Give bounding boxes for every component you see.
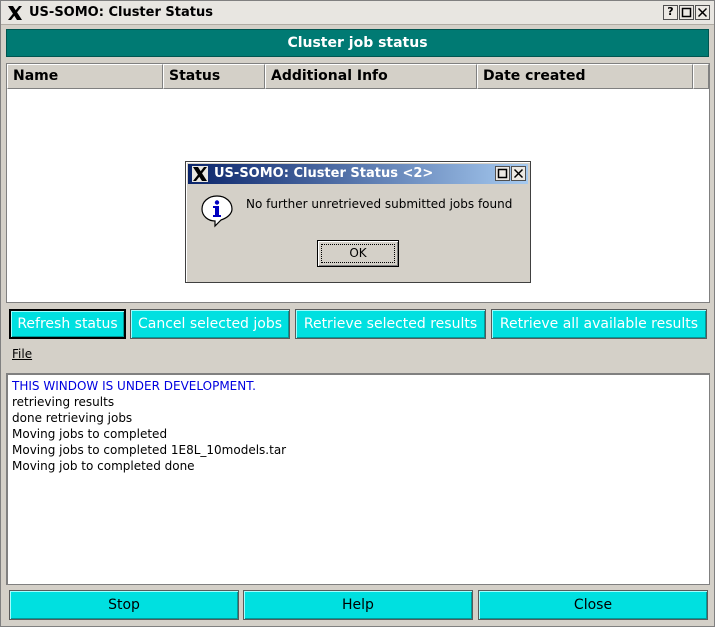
cluster-job-status-banner: Cluster job status bbox=[6, 29, 709, 57]
titlebar-buttons: ? bbox=[663, 5, 710, 20]
x-window-icon bbox=[8, 6, 22, 20]
retrieve-selected-results-button[interactable]: Retrieve selected results bbox=[295, 309, 486, 339]
dialog-title: US-SOMO: Cluster Status <2> bbox=[214, 166, 434, 181]
window-title: US-SOMO: Cluster Status bbox=[29, 5, 213, 20]
maximize-icon[interactable] bbox=[679, 5, 694, 20]
column-header-name[interactable]: Name bbox=[7, 64, 163, 89]
close-icon[interactable] bbox=[695, 5, 710, 20]
info-dialog: US-SOMO: Cluster Status <2> No further u… bbox=[185, 161, 531, 283]
bottom-buttons: Stop Help Close bbox=[9, 590, 709, 620]
cancel-selected-jobs-button[interactable]: Cancel selected jobs bbox=[130, 309, 290, 339]
column-header-status[interactable]: Status bbox=[163, 64, 265, 89]
log-line: done retrieving jobs bbox=[12, 411, 133, 425]
dialog-titlebar-buttons bbox=[495, 166, 526, 181]
stop-button[interactable]: Stop bbox=[9, 590, 239, 620]
refresh-status-button[interactable]: Refresh status bbox=[9, 309, 126, 339]
information-icon bbox=[201, 195, 233, 228]
menu-file[interactable]: File bbox=[12, 347, 32, 361]
titlebar[interactable]: US-SOMO: Cluster Status ? bbox=[1, 1, 714, 25]
menu-file-label: File bbox=[12, 347, 33, 361]
log-line: Moving job to completed done bbox=[12, 459, 195, 473]
maximize-icon[interactable] bbox=[495, 166, 510, 181]
menubar: File bbox=[6, 344, 710, 366]
help-button[interactable]: Help bbox=[243, 590, 473, 620]
log-line: Moving jobs to completed bbox=[12, 427, 168, 441]
column-header-date-created[interactable]: Date created bbox=[477, 64, 693, 89]
retrieve-all-results-button[interactable]: Retrieve all available results bbox=[491, 309, 707, 339]
log-output[interactable]: THIS WINDOW IS UNDER DEVELOPMENT. retrie… bbox=[6, 373, 710, 585]
log-line: Moving jobs to completed 1E8L_10models.t… bbox=[12, 443, 287, 457]
dialog-titlebar[interactable]: US-SOMO: Cluster Status <2> bbox=[188, 164, 528, 184]
action-buttons: Refresh status Cancel selected jobs Retr… bbox=[6, 309, 710, 339]
log-line: retrieving results bbox=[12, 395, 115, 409]
table-header: Name Status Additional Info Date created bbox=[7, 64, 709, 89]
log-line: THIS WINDOW IS UNDER DEVELOPMENT. bbox=[12, 379, 256, 393]
column-header-filler bbox=[693, 64, 709, 89]
close-icon[interactable] bbox=[511, 166, 526, 181]
x-window-icon bbox=[192, 166, 208, 182]
ok-label: OK bbox=[349, 246, 367, 260]
dialog-message: No further unretrieved submitted jobs fo… bbox=[246, 197, 513, 211]
column-header-additional-info[interactable]: Additional Info bbox=[265, 64, 477, 89]
help-icon[interactable]: ? bbox=[663, 5, 678, 20]
close-button[interactable]: Close bbox=[478, 590, 708, 620]
main-window: US-SOMO: Cluster Status ? Cluster job st… bbox=[0, 0, 715, 627]
ok-button[interactable]: OK bbox=[317, 240, 399, 267]
